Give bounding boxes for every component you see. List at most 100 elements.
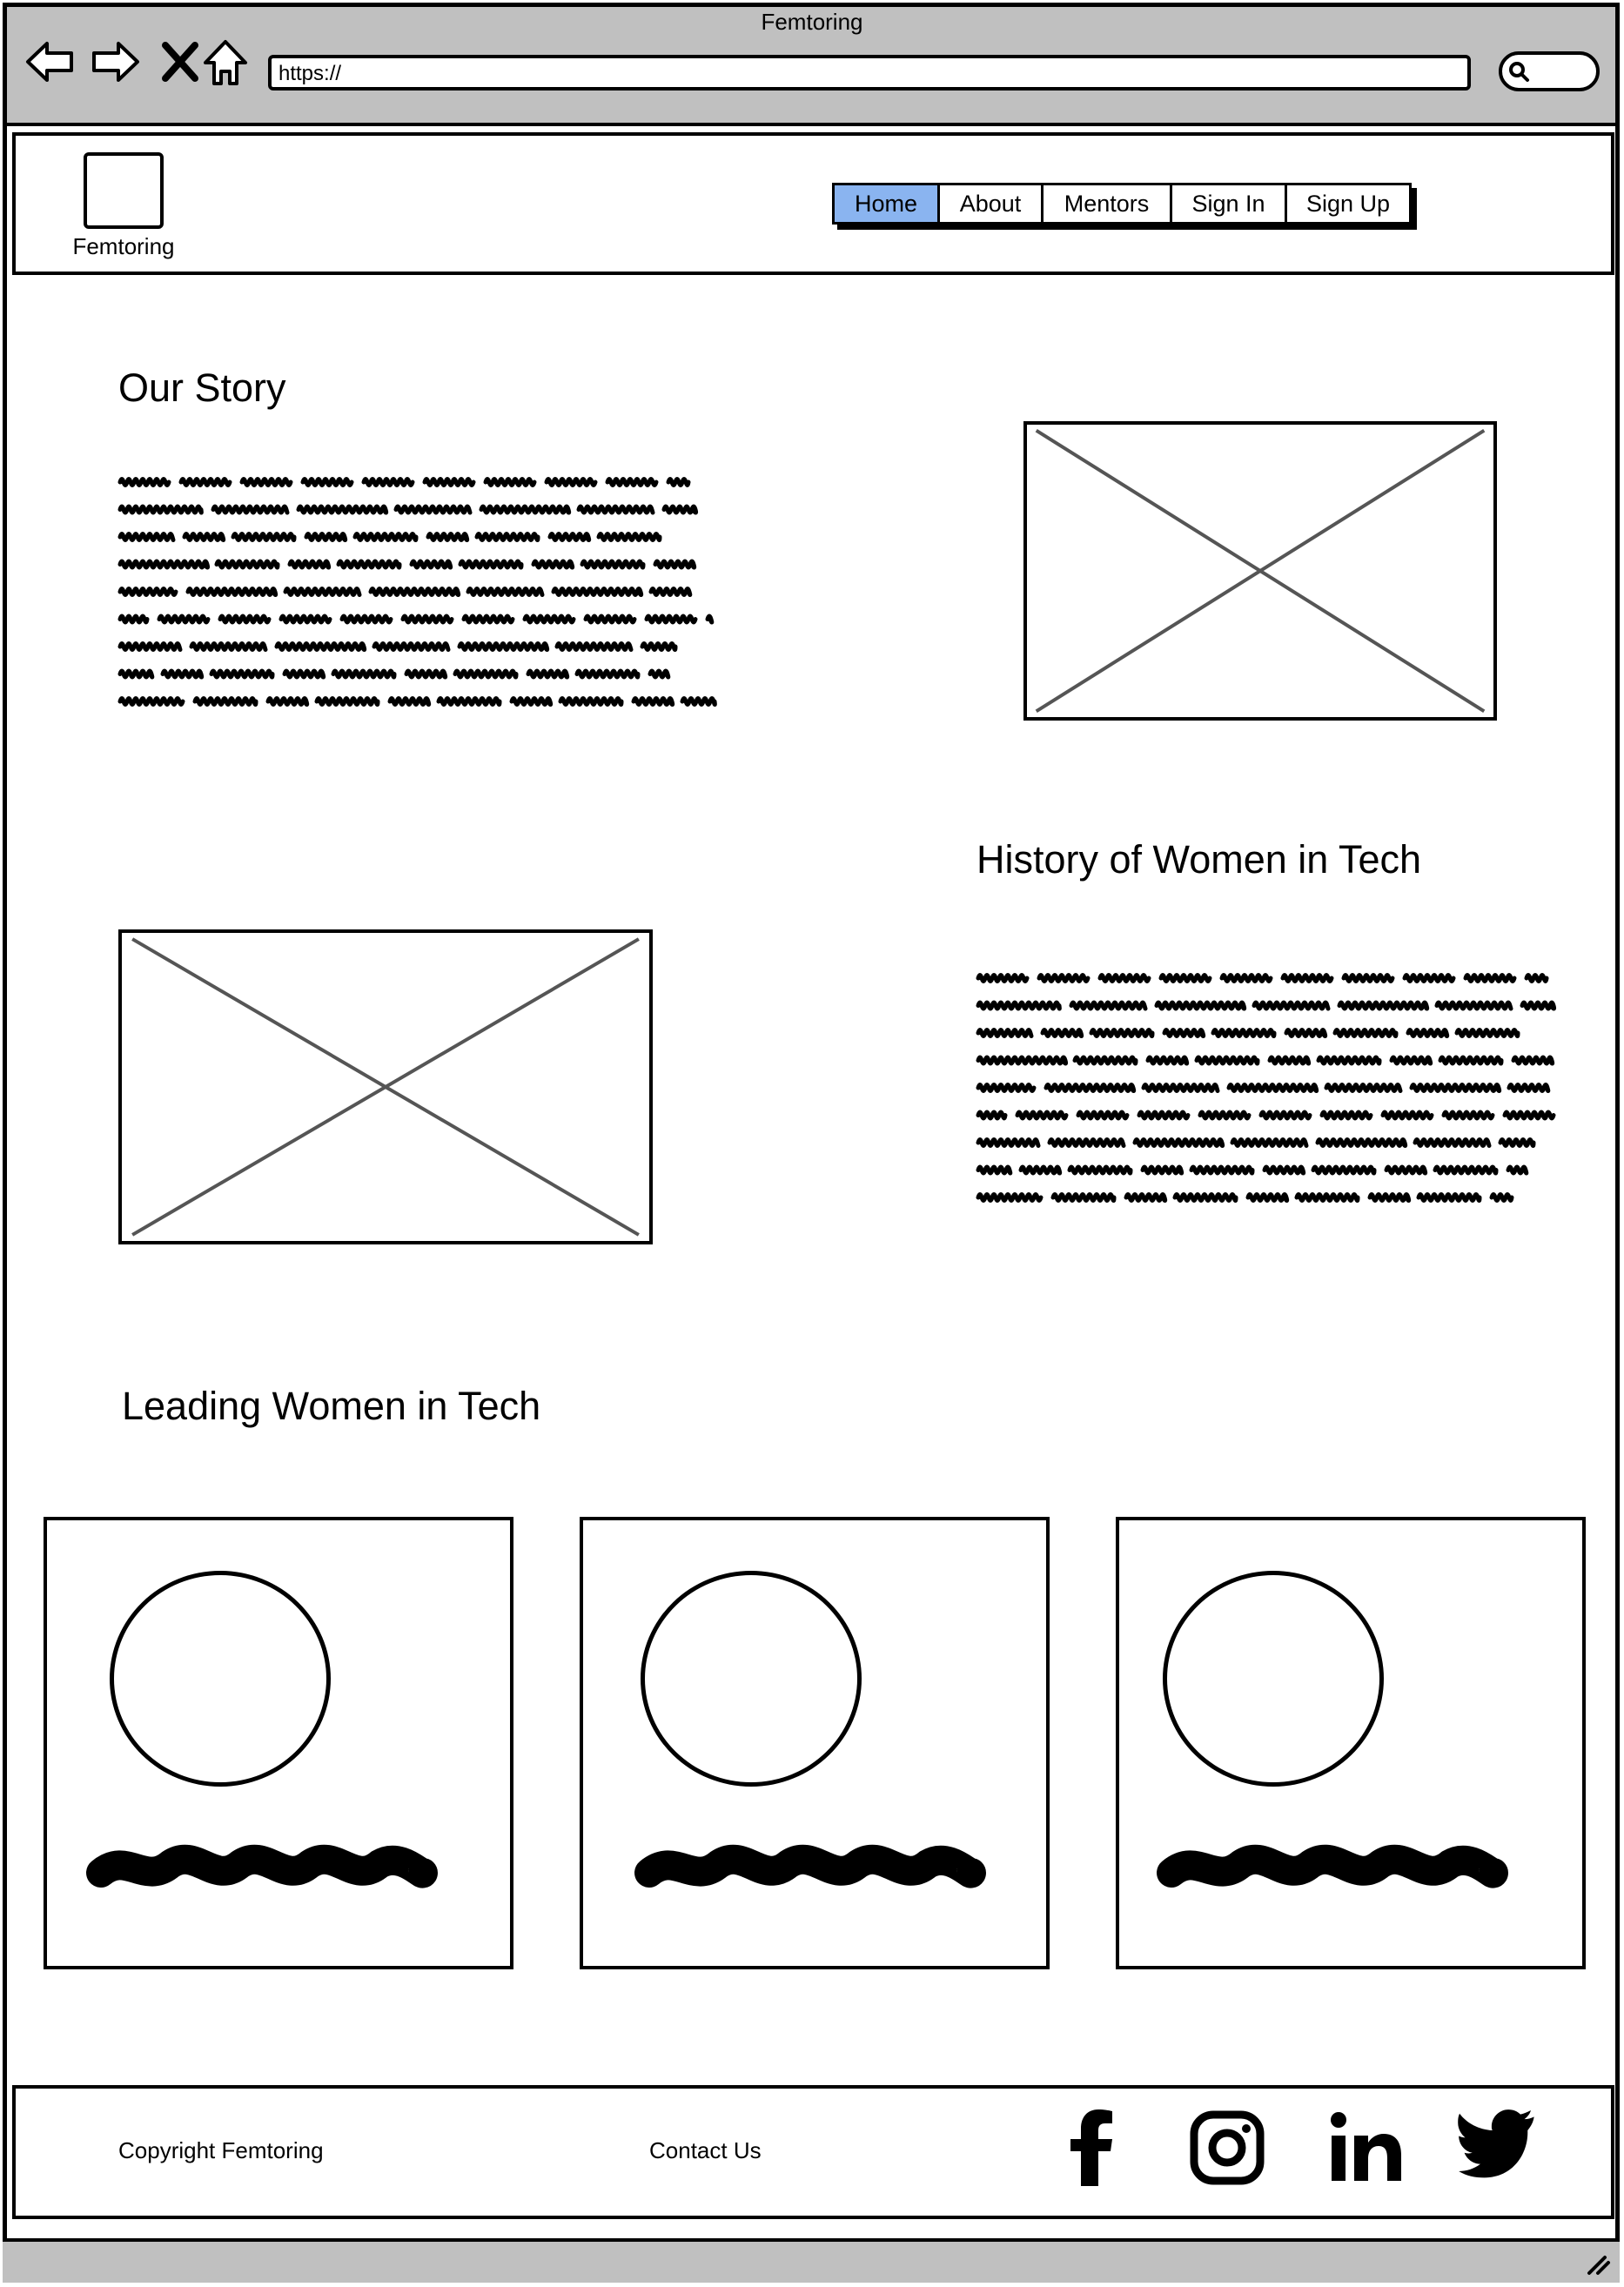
placeholder-text-scribble (1050, 1192, 1117, 1203)
avatar (641, 1571, 862, 1787)
mentor-card[interactable] (580, 1517, 1050, 1969)
placeholder-text-scribble (436, 696, 502, 707)
placeholder-text-scribble (1506, 1164, 1529, 1176)
placeholder-text-scribble (300, 477, 354, 487)
placeholder-text-scribble (314, 696, 380, 707)
placeholder-text-scribble (1489, 1192, 1514, 1203)
placeholder-text-scribble (1158, 973, 1212, 983)
placeholder-text-scribble (976, 1028, 1034, 1038)
placeholder-text-scribble (976, 1083, 1037, 1093)
history-image (118, 929, 653, 1244)
logo-image[interactable] (84, 152, 164, 229)
placeholder-text-scribble (644, 614, 698, 625)
logo-text: Femtoring (72, 233, 175, 259)
placeholder-text-scribble (1294, 1192, 1360, 1203)
placeholder-text-scribble (1267, 1055, 1312, 1066)
mentor-card[interactable] (1116, 1517, 1586, 1969)
resize-handle-icon[interactable] (1586, 2254, 1612, 2277)
placeholder-text-scribble (1047, 1137, 1126, 1148)
placeholder-text-scribble (1498, 1137, 1536, 1148)
placeholder-text-scribble (1409, 1083, 1502, 1093)
placeholder-text-scribble (648, 587, 693, 597)
instagram-icon[interactable] (1185, 2106, 1269, 2190)
twitter-icon[interactable] (1455, 2106, 1539, 2190)
avatar (1163, 1571, 1384, 1787)
placeholder-text-scribble (1089, 1028, 1155, 1038)
nav-about[interactable]: About (940, 185, 1044, 222)
placeholder-text-scribble (282, 668, 326, 680)
placeholder-text-scribble (178, 477, 232, 487)
our-story-title: Our Story (118, 366, 286, 410)
placeholder-text-scribble (1040, 1028, 1084, 1038)
placeholder-text-scribble (157, 614, 211, 625)
placeholder-text-scribble (976, 1000, 1062, 1011)
url-input[interactable]: https:// (268, 55, 1471, 91)
placeholder-text-scribble (1316, 1055, 1382, 1066)
nav-sign-in[interactable]: Sign In (1172, 185, 1287, 222)
placeholder-text-scribble (117, 641, 183, 652)
placeholder-text-scribble (160, 668, 205, 680)
placeholder-text-scribble (509, 696, 554, 707)
history-title: History of Women in Tech (976, 837, 1422, 882)
placeholder-text-scribble (458, 559, 524, 570)
placeholder-text-scribble (666, 477, 691, 487)
placeholder-text-scribble (1076, 1110, 1130, 1121)
placeholder-text-scribble (185, 587, 278, 597)
placeholder-text-scribble (387, 696, 432, 707)
placeholder-text-scribble (1211, 1028, 1277, 1038)
placeholder-text-scribble (1389, 1055, 1433, 1066)
placeholder-text-scribble (283, 587, 362, 597)
placeholder-text-scribble (466, 587, 545, 597)
mentor-card[interactable] (44, 1517, 513, 1969)
placeholder-text-scribble (648, 668, 671, 680)
mentor-name-scribble (634, 1844, 986, 1888)
placeholder-text-scribble (1097, 973, 1151, 983)
search-icon (1509, 62, 1529, 82)
placeholder-text-scribble (526, 668, 570, 680)
placeholder-text-scribble (976, 1137, 1041, 1148)
back-arrow-icon[interactable] (24, 37, 75, 87)
contact-link[interactable]: Contact Us (649, 2137, 762, 2164)
placeholder-text-scribble (1141, 1083, 1220, 1093)
placeholder-text-scribble (1434, 1000, 1513, 1011)
placeholder-text-scribble (1137, 1110, 1191, 1121)
browser-status-bar (3, 2238, 1620, 2283)
placeholder-text-scribble (1507, 1083, 1551, 1093)
placeholder-text-scribble (1438, 1055, 1504, 1066)
placeholder-text-scribble (551, 587, 644, 597)
placeholder-text-scribble (274, 641, 367, 652)
browser-search-button[interactable] (1499, 51, 1600, 91)
placeholder-text-scribble (640, 641, 678, 652)
linkedin-icon[interactable] (1325, 2106, 1408, 2190)
nav-home[interactable]: Home (835, 185, 940, 222)
placeholder-text-scribble (1044, 1083, 1137, 1093)
placeholder-text-scribble (1132, 1137, 1225, 1148)
placeholder-text-scribble (1511, 1055, 1555, 1066)
nav-mentors[interactable]: Mentors (1044, 185, 1172, 222)
placeholder-text-scribble (453, 668, 519, 680)
placeholder-text-scribble (117, 696, 185, 707)
leading-title: Leading Women in Tech (122, 1384, 541, 1428)
facebook-icon[interactable] (1051, 2106, 1135, 2190)
placeholder-text-scribble (1520, 1000, 1557, 1011)
placeholder-text-scribble (211, 504, 290, 515)
nav-sign-up[interactable]: Sign Up (1287, 185, 1409, 222)
placeholder-text-scribble (1367, 1192, 1412, 1203)
placeholder-text-scribble (576, 504, 655, 515)
placeholder-text-scribble (580, 559, 646, 570)
placeholder-text-scribble (1140, 1164, 1184, 1176)
placeholder-text-scribble (1380, 1110, 1434, 1121)
placeholder-text-scribble (409, 559, 453, 570)
placeholder-text-scribble (976, 1164, 1013, 1176)
placeholder-text-scribble (304, 532, 348, 542)
forward-arrow-icon[interactable] (91, 37, 141, 87)
mentor-name-scribble (1157, 1844, 1508, 1888)
placeholder-text-scribble (1384, 1164, 1428, 1176)
copyright-text: Copyright Femtoring (118, 2137, 324, 2163)
placeholder-text-scribble (1194, 1055, 1260, 1066)
home-icon[interactable] (200, 37, 251, 87)
placeholder-text-scribble (1311, 1164, 1377, 1176)
placeholder-text-scribble (1124, 1192, 1168, 1203)
placeholder-text-scribble (1198, 1110, 1252, 1121)
placeholder-text-scribble (287, 559, 332, 570)
